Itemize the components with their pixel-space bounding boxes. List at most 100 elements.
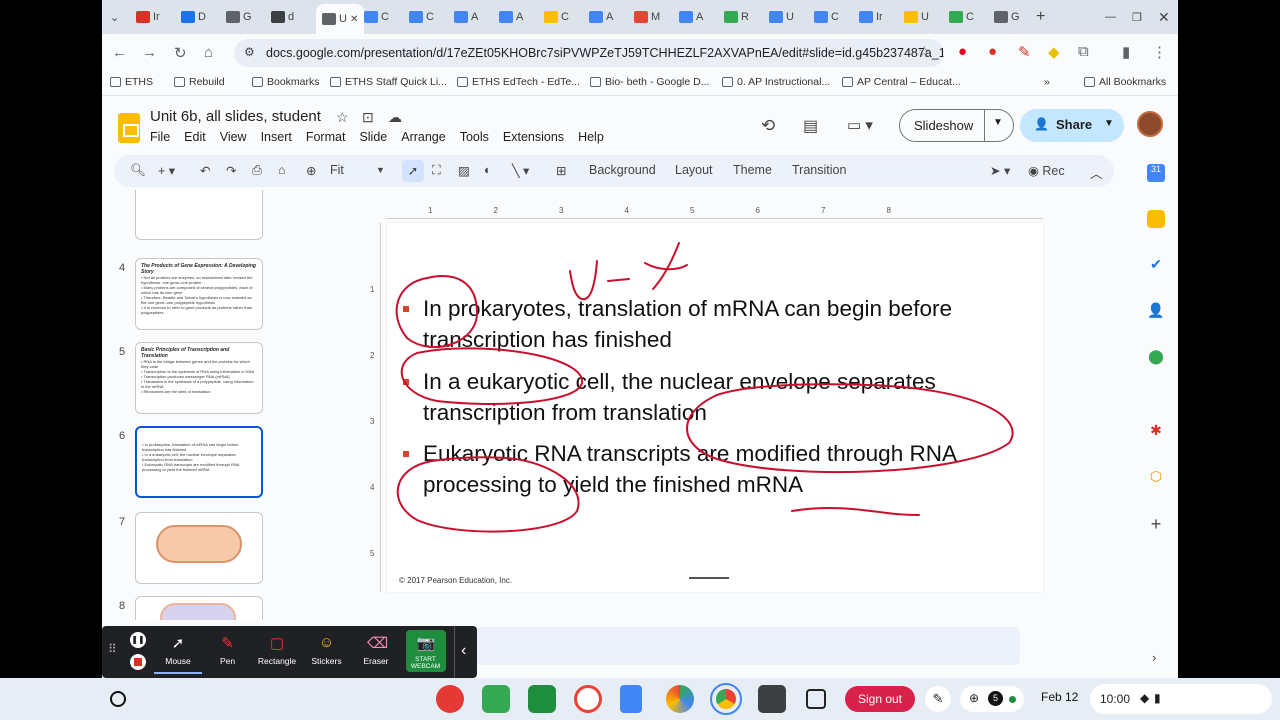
browser-tab[interactable]: U <box>769 6 794 28</box>
star-icon[interactable]: ☆ <box>336 109 349 126</box>
slides-logo-icon[interactable] <box>118 113 140 143</box>
menu-help[interactable]: Help <box>578 130 604 144</box>
webcam-app-icon[interactable] <box>758 685 786 713</box>
gmail-app-icon[interactable] <box>574 685 602 713</box>
notifications-pill[interactable]: ⊕ 5 <box>960 686 1024 712</box>
slide-thumbnail[interactable] <box>135 596 263 620</box>
redo-icon[interactable]: ↷ <box>226 163 236 178</box>
recorder-tool-pen[interactable]: ✎ Pen <box>204 634 252 666</box>
get-addons-icon[interactable]: + <box>1147 514 1165 534</box>
browser-tab[interactable]: U <box>904 6 929 28</box>
extension-icon[interactable]: ● <box>988 43 997 60</box>
calendar-icon[interactable]: 31 <box>1147 164 1165 182</box>
recorder-tool-webcam[interactable]: 📷 START WEBCAM <box>405 630 446 672</box>
stop-icon[interactable] <box>130 654 146 670</box>
close-tab-icon[interactable]: ✕ <box>350 14 358 25</box>
bookmark-item[interactable]: Bio- beth - Google D... <box>590 76 709 88</box>
pause-icon[interactable]: ❚❚ <box>130 632 146 648</box>
maps-icon[interactable]: ⬤ <box>1147 348 1165 366</box>
select-cursor-icon[interactable]: ➚ <box>402 160 424 182</box>
menu-arrange[interactable]: Arrange <box>401 130 445 144</box>
print-icon[interactable]: ⎙ <box>252 163 262 178</box>
browser-tab[interactable]: C <box>409 6 434 28</box>
browser-tab[interactable]: R <box>724 6 749 28</box>
files-app-icon[interactable] <box>806 689 826 709</box>
menu-format[interactable]: Format <box>306 130 346 144</box>
url-input[interactable]: ⚙ docs.google.com/presentation/d/17eZEt0… <box>234 39 944 67</box>
collapse-recorder-icon[interactable]: ‹ <box>454 626 476 678</box>
share-dropdown-icon[interactable]: ▼ <box>1104 118 1114 129</box>
new-tab-button[interactable]: + <box>1036 6 1045 28</box>
bookmark-item[interactable]: Bookmarks <box>252 76 320 88</box>
all-bookmarks-button[interactable]: All Bookmarks <box>1084 76 1166 88</box>
browser-tab[interactable]: Ir <box>859 6 883 28</box>
slide-6[interactable]: In prokaryotes, translation of mRNA can … <box>387 223 1043 592</box>
drag-handle-icon[interactable]: ⠿ <box>108 642 117 656</box>
move-folder-icon[interactable]: ⊡ <box>362 109 374 126</box>
keep-icon[interactable] <box>1147 210 1165 228</box>
browser-tab[interactable]: A <box>454 6 478 28</box>
comments-icon[interactable]: ▤ <box>803 116 818 136</box>
close-window-button[interactable]: ✕ <box>1158 6 1170 28</box>
share-button[interactable]: 👤 Share ▼ <box>1020 109 1124 142</box>
screencast-app-icon[interactable] <box>528 685 556 713</box>
slide-thumbnail[interactable]: The Products of Gene Expression: A Devel… <box>135 258 263 330</box>
frame-select-icon[interactable]: ⛶ <box>432 163 441 178</box>
browser-tab[interactable]: Ir <box>136 6 160 28</box>
addon-hex-icon[interactable]: ⬡ <box>1147 468 1165 486</box>
sign-out-button[interactable]: Sign out <box>845 686 915 712</box>
slide-thumbnail[interactable] <box>135 512 263 584</box>
browser-tab[interactable]: D <box>181 6 206 28</box>
browser-tab[interactable]: A <box>589 6 613 28</box>
tasks-icon[interactable]: ✔ <box>1147 256 1165 274</box>
slide-thumbnail[interactable]: the one gene–one enzyme hypothesis• The … <box>135 190 263 240</box>
layout-button[interactable]: Layout <box>675 163 713 177</box>
browser-tab[interactable]: C <box>364 6 389 28</box>
menu-tools[interactable]: Tools <box>460 130 489 144</box>
resize-handle[interactable] <box>689 577 729 579</box>
theme-button[interactable]: Theme <box>733 163 772 177</box>
date-label[interactable]: Feb 12 <box>1041 690 1078 704</box>
slide-thumbnail[interactable]: • In prokaryotes, translation of mRNA ca… <box>135 426 263 498</box>
launcher-icon[interactable] <box>110 691 126 707</box>
background-button[interactable]: Background <box>589 163 656 177</box>
search-menus-icon[interactable]: 🔍︎ <box>130 163 146 178</box>
restore-button[interactable]: ❐ <box>1132 6 1142 28</box>
tab-search-icon[interactable]: ⌄ <box>110 6 119 28</box>
cloud-saved-icon[interactable]: ☁ <box>388 109 402 126</box>
paint-format-icon[interactable]: ⌂ <box>278 163 286 177</box>
stylus-tools-icon[interactable]: ✎ <box>925 686 951 712</box>
home-icon[interactable]: ⌂ <box>204 44 213 61</box>
document-title[interactable]: Unit 6b, all slides, student <box>150 108 321 125</box>
menu-file[interactable]: File <box>150 130 170 144</box>
rec-button[interactable]: ◉ Rec <box>1028 163 1065 178</box>
play-store-app-icon[interactable] <box>666 685 694 713</box>
transition-button[interactable]: Transition <box>792 163 846 177</box>
paint-app-icon[interactable] <box>436 685 464 713</box>
avatar[interactable] <box>1137 111 1163 137</box>
status-tray[interactable]: 10:00 ◆ ▮ <box>1090 684 1272 714</box>
shape-icon[interactable]: ◐ <box>484 163 492 177</box>
menu-view[interactable]: View <box>220 130 247 144</box>
bookmark-item[interactable]: ETHS EdTech - EdTe... <box>457 76 580 88</box>
browser-tab[interactable]: A <box>499 6 523 28</box>
minimize-button[interactable]: — <box>1105 6 1116 28</box>
chrome-app-icon[interactable] <box>710 683 742 715</box>
pen-extension-icon[interactable]: ✎ <box>1018 43 1031 61</box>
contacts-icon[interactable]: 👤 <box>1147 302 1165 320</box>
recorder-tool-stickers[interactable]: ☺ Stickers <box>303 634 351 666</box>
browser-tab[interactable]: G <box>226 6 252 28</box>
undo-icon[interactable]: ↶ <box>200 163 210 178</box>
zoom-select[interactable]: Fit ▼ <box>330 163 386 177</box>
reload-icon[interactable]: ↻ <box>174 44 187 62</box>
zoom-icon[interactable]: ⊕ <box>306 163 316 178</box>
pinterest-extension-icon[interactable]: ● <box>958 43 967 60</box>
bookmark-star-icon[interactable]: ☆ <box>918 43 931 60</box>
bookmark-item[interactable]: ETHS <box>110 76 153 88</box>
slideshow-button[interactable]: Slideshow ▼ <box>899 109 1014 142</box>
highlighter-extension-icon[interactable]: ◆ <box>1048 43 1060 61</box>
new-slide-icon[interactable]: + ▾ <box>158 163 175 178</box>
browser-tab[interactable]: U ✕ <box>316 4 365 34</box>
bookmark-item[interactable]: 0. AP Instructional... <box>722 76 830 88</box>
forward-icon[interactable]: → <box>142 44 157 61</box>
